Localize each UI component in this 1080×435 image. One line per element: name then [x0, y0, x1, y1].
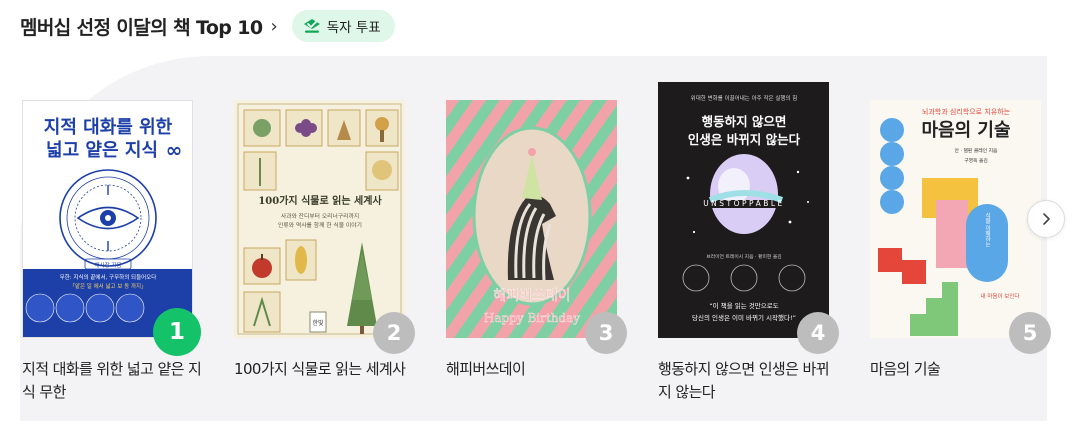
book-title[interactable]: 지적 대화를 위한 넓고 얕은 지식 무한: [22, 358, 202, 404]
cover-translator: 구영옥 옮김: [964, 157, 988, 164]
cover-title-line1: 행동하지 않으면: [702, 114, 787, 129]
cover-subtitle2: 인류와 역사를 함께 한 식물 이야기: [278, 221, 362, 229]
cover-bottom-text: 내 마음이 보인다: [981, 292, 1020, 300]
book-cover[interactable]: 100가지 식물로 읽는 세계사 사과와 잔디부터 오리너구리까지 인류와 역사…: [234, 100, 405, 338]
book-title[interactable]: 100가지 식물로 읽는 세계사: [234, 358, 414, 381]
chevron-right-icon: [1043, 213, 1050, 225]
chevron-right-icon[interactable]: ›: [271, 16, 278, 37]
vote-label: 독자 투표: [326, 20, 381, 36]
cover-band-text2: 「얕은 일 에서 넓고 보 동 까지」: [69, 282, 146, 290]
cover-author: 안 · 델핀 클레인 지음: [955, 147, 999, 154]
cover-author: 브라이언 트레이시 지음 · 황미현 옮김: [706, 253, 781, 260]
cover-title-line2: 넓고 얕은 지식: [46, 139, 158, 161]
vote-check-icon: [303, 19, 320, 33]
cover-brand: UNSTOPPABLE: [703, 199, 785, 208]
cover-publisher: 한빛: [312, 319, 324, 327]
cover-quote1: “이 책을 읽는 것만으로도: [709, 301, 778, 310]
cover-title-ko: 해피버쓰데이: [493, 288, 570, 304]
cover-title: 마음의 기술: [921, 120, 1010, 141]
cover-title-line2: 인생은 바뀌지 않는다: [688, 132, 801, 147]
cover-tagline: 뇌과학과 심리학으로 치유하는: [922, 107, 1011, 116]
cover-vertical-text: 식물 이해하는: [984, 211, 991, 247]
rank-badge: 1: [153, 308, 201, 356]
cover-band-text1: 무한: 지식의 끝에서, 구무하의 되들어오다: [60, 273, 157, 281]
rank-badge: 4: [797, 312, 839, 354]
carousel-next-button[interactable]: [1027, 200, 1065, 238]
rank-badge: 3: [585, 312, 627, 354]
book-cover[interactable]: 뇌과학과 심리학으로 치유하는 마음의 기술 안 · 델핀 클레인 지음 구영옥…: [870, 100, 1041, 338]
book-cover[interactable]: 위대한 변화를 이끌어내는 아주 작은 실행의 힘 행동하지 않으면 인생은 바…: [658, 82, 829, 338]
rank-badge: 2: [373, 312, 415, 354]
book-title[interactable]: 해피버쓰데이: [446, 358, 626, 381]
cover-quote2: 당신의 인생은 이미 바뀌기 시작했다!”: [692, 313, 796, 322]
book-cover[interactable]: 지적 대화를 위한 넓고 얕은 지식 ∞ 채사장 지음 무한: 지식의 끝에서,…: [22, 100, 193, 338]
cover-title-en: Happy Birthday: [484, 311, 580, 325]
cover-title: 100가지 식물로 읽는 세계사: [258, 194, 382, 207]
book-title[interactable]: 마음의 기술: [870, 358, 1050, 381]
cover-author: 채사장 지음: [94, 261, 121, 269]
reader-vote-button[interactable]: 독자 투표: [291, 10, 395, 42]
book-cover[interactable]: 해피버쓰데이 Happy Birthday: [446, 100, 617, 338]
section-header: 멤버십 선정 이달의 책 Top 10 › 독자 투표: [20, 8, 395, 44]
cover-subtitle1: 사과와 잔디부터 오리너구리까지: [281, 212, 359, 220]
infinity-glyph: ∞: [166, 138, 183, 162]
cover-title-line1: 지적 대화를 위한: [44, 117, 173, 138]
cover-tagline: 위대한 변화를 이끌어내는 아주 작은 실행의 힘: [691, 94, 798, 102]
rank-badge: 5: [1009, 312, 1051, 354]
section-title[interactable]: 멤버십 선정 이달의 책 Top 10: [20, 13, 263, 40]
book-title[interactable]: 행동하지 않으면 인생은 바뀌지 않는다: [658, 358, 838, 404]
